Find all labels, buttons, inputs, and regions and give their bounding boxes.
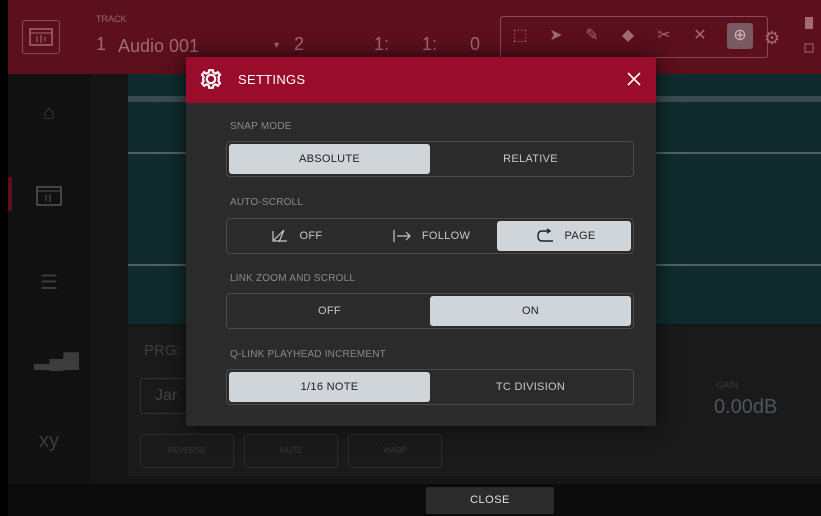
track-dropdown-icon[interactable]: ▾ bbox=[274, 40, 279, 51]
mute-icon[interactable]: ✕ bbox=[687, 23, 713, 49]
eraser-icon[interactable]: ◆ bbox=[615, 23, 641, 49]
waveform-mode-icon[interactable] bbox=[22, 20, 60, 54]
gain-label: GAIN bbox=[716, 380, 739, 390]
bottom-bar bbox=[8, 484, 821, 516]
list-icon[interactable]: ☰ bbox=[34, 270, 64, 294]
value-b[interactable]: 1: bbox=[374, 34, 389, 55]
link-zoom-on-option[interactable]: ON bbox=[430, 296, 631, 326]
tool-group: ⬚ ➤ ✎ ◆ ✂ ✕ ⊕ bbox=[500, 16, 768, 58]
link-zoom-label: LINK ZOOM AND SCROLL bbox=[230, 273, 356, 284]
home-icon[interactable]: ⌂ bbox=[34, 102, 64, 126]
settings-gear-icon[interactable]: ⚙ bbox=[764, 28, 780, 49]
track-number: 1 bbox=[96, 34, 107, 54]
auto-scroll-follow-option[interactable]: FOLLOW bbox=[364, 221, 496, 251]
snap-absolute-option[interactable]: ABSOLUTE bbox=[229, 144, 430, 174]
qlink-tc-division-option[interactable]: TC DIVISION bbox=[430, 372, 631, 402]
track-name[interactable]: Audio 001 bbox=[118, 36, 199, 57]
auto-scroll-page-option[interactable]: PAGE bbox=[497, 221, 631, 251]
value-d[interactable]: 0 bbox=[470, 34, 480, 55]
gear-icon bbox=[200, 69, 222, 89]
value-c[interactable]: 1: bbox=[422, 34, 437, 55]
snap-relative-option[interactable]: RELATIVE bbox=[430, 144, 631, 174]
track-label: TRACK bbox=[96, 14, 127, 24]
dialog-title: SETTINGS bbox=[238, 72, 306, 87]
scroll-off-icon bbox=[268, 221, 292, 251]
follow-arrow-icon bbox=[390, 221, 414, 251]
mute-button[interactable]: MUTE bbox=[244, 434, 338, 468]
program-label: PRG: bbox=[144, 342, 181, 359]
link-zoom-off-option[interactable]: OFF bbox=[229, 296, 430, 326]
side-mini-icons[interactable] bbox=[804, 16, 814, 58]
select-box-icon[interactable]: ⬚ bbox=[507, 23, 533, 49]
levels-icon[interactable]: ▂▄▆ bbox=[34, 346, 79, 370]
close-icon[interactable] bbox=[622, 67, 646, 91]
warp-button[interactable]: WARP bbox=[348, 434, 442, 468]
value-a[interactable]: 2 bbox=[294, 34, 304, 55]
settings-dialog: SETTINGS SNAP MODE ABSOLUTE RELATIVE AUT… bbox=[186, 57, 656, 426]
snap-mode-label: SNAP MODE bbox=[230, 121, 292, 132]
pencil-icon[interactable]: ✎ bbox=[579, 23, 605, 49]
gain-value[interactable]: 0.00dB bbox=[714, 396, 777, 419]
app-window: TRACK 1 Audio 001 ▾ 2 1: 1: 0 ⬚ ➤ ✎ ◆ ✂ … bbox=[8, 0, 821, 516]
sidebar-active-indicator bbox=[8, 177, 12, 211]
qlink-control: 1/16 NOTE TC DIVISION bbox=[226, 369, 634, 405]
xy-icon[interactable]: xy bbox=[34, 430, 64, 454]
snap-mode-control: ABSOLUTE RELATIVE bbox=[226, 141, 634, 177]
pointer-icon[interactable]: ➤ bbox=[543, 23, 569, 49]
dialog-header: SETTINGS bbox=[186, 57, 656, 103]
auto-scroll-off-label: OFF bbox=[299, 230, 323, 242]
zoom-icon[interactable]: ⊕ bbox=[727, 23, 753, 49]
auto-scroll-label: AUTO-SCROLL bbox=[230, 197, 304, 208]
auto-scroll-page-label: PAGE bbox=[564, 230, 596, 242]
page-scroll-icon bbox=[533, 221, 557, 251]
qlink-1-16-note-option[interactable]: 1/16 NOTE bbox=[229, 372, 430, 402]
link-zoom-control: OFF ON bbox=[226, 293, 634, 329]
reverse-button[interactable]: REVERSE bbox=[140, 434, 234, 468]
qlink-label: Q-LINK PLAYHEAD INCREMENT bbox=[230, 349, 386, 360]
auto-scroll-off-option[interactable]: OFF bbox=[229, 221, 361, 251]
auto-scroll-control: OFF FOLLOW PAGE bbox=[226, 218, 634, 254]
close-button[interactable]: CLOSE bbox=[426, 487, 554, 514]
auto-scroll-follow-label: FOLLOW bbox=[421, 230, 471, 242]
left-sidebar: ⌂ ☰ ▂▄▆ xy bbox=[8, 74, 90, 484]
scissors-icon[interactable]: ✂ bbox=[651, 23, 677, 49]
waveform-icon[interactable] bbox=[34, 184, 64, 208]
